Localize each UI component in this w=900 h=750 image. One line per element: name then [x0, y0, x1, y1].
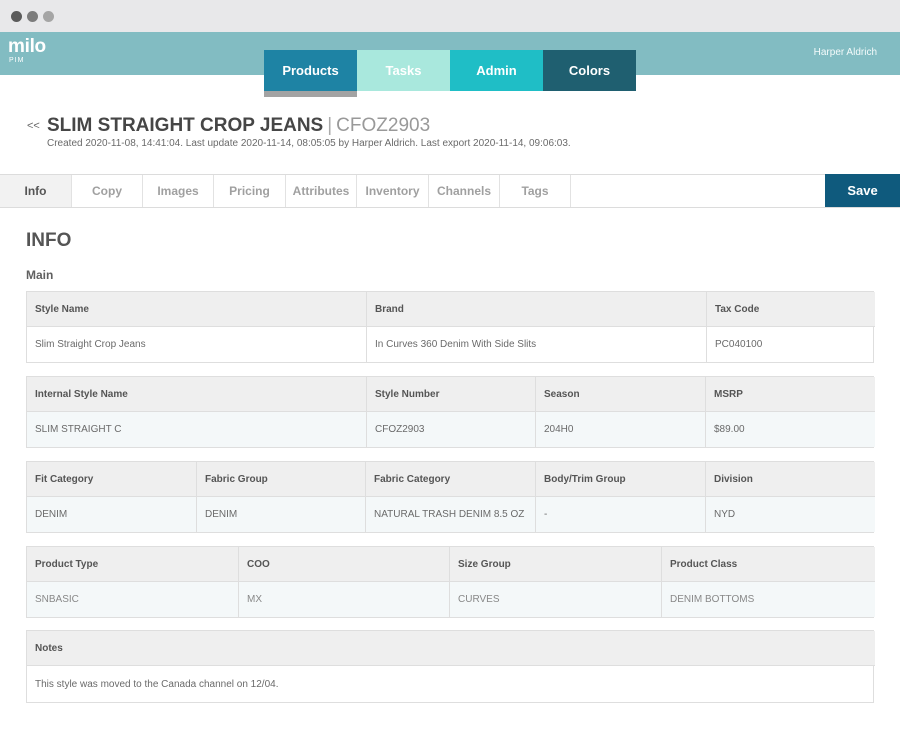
brand-field[interactable]: In Curves 360 Denim With Side Slits — [367, 327, 707, 362]
main-fields-row-4: Product Type COO Size Group Product Clas… — [26, 546, 875, 618]
fabric-category-label: Fabric Category — [366, 462, 536, 497]
style-name-label: Style Name — [27, 292, 367, 327]
fit-category-field: DENIM — [27, 497, 197, 532]
tax-code-label: Tax Code — [707, 292, 875, 327]
back-link[interactable]: << — [27, 120, 40, 132]
division-field: NYD — [706, 497, 875, 532]
main-fields-row-3: Fit Category Fabric Group Fabric Categor… — [26, 461, 875, 533]
product-code: CFOZ2903 — [336, 115, 431, 136]
size-group-label: Size Group — [450, 547, 662, 582]
window-close-control[interactable] — [11, 11, 22, 22]
nav-active-indicator — [264, 91, 357, 97]
nav-admin[interactable]: Admin — [450, 50, 543, 91]
notes-label: Notes — [27, 631, 875, 666]
user-name[interactable]: Harper Aldrich — [814, 47, 877, 58]
product-class-field: DENIM BOTTOMS — [662, 582, 875, 617]
tab-images[interactable]: Images — [143, 175, 214, 207]
style-number-field: CFOZ2903 — [367, 412, 536, 447]
tab-bar: Info Copy Images Pricing Attributes Inve… — [0, 174, 900, 208]
section-title: INFO — [26, 230, 72, 251]
window-titlebar — [0, 0, 900, 32]
product-type-label: Product Type — [27, 547, 239, 582]
window-minimize-control[interactable] — [27, 11, 38, 22]
main-fields-row-2: Internal Style Name Style Number Season … — [26, 376, 875, 448]
product-metadata: Created 2020-11-08, 14:41:04. Last updat… — [47, 138, 571, 149]
product-type-field: SNBASIC — [27, 582, 239, 617]
season-label: Season — [536, 377, 706, 412]
msrp-field: $89.00 — [706, 412, 875, 447]
nav-tasks[interactable]: Tasks — [357, 50, 450, 91]
season-field: 204H0 — [536, 412, 706, 447]
style-number-label: Style Number — [367, 377, 536, 412]
logo-text: milo — [8, 36, 46, 57]
style-name-field[interactable]: Slim Straight Crop Jeans — [27, 327, 367, 362]
internal-style-name-field: SLIM STRAIGHT C — [27, 412, 367, 447]
tab-tags[interactable]: Tags — [500, 175, 571, 207]
title-separator: | — [327, 115, 333, 136]
tab-copy[interactable]: Copy — [72, 175, 143, 207]
logo-subtext: PIM — [9, 57, 25, 64]
app-logo[interactable]: milo PIM — [8, 37, 46, 65]
coo-label: COO — [239, 547, 450, 582]
division-label: Division — [706, 462, 875, 497]
msrp-label: MSRP — [706, 377, 875, 412]
tax-code-field[interactable]: PC040100 — [707, 327, 875, 362]
fabric-group-field: DENIM — [197, 497, 366, 532]
brand-label: Brand — [367, 292, 707, 327]
page-title: SLIM STRAIGHT CROP JEANS | CFOZ2903 — [47, 115, 430, 137]
notes-section: Notes This style was moved to the Canada… — [26, 630, 875, 703]
internal-style-name-label: Internal Style Name — [27, 377, 367, 412]
save-button[interactable]: Save — [825, 174, 900, 207]
tab-inventory[interactable]: Inventory — [357, 175, 429, 207]
section-subtitle: Main — [26, 268, 54, 282]
main-fields-row-1: Style Name Brand Tax Code Slim Straight … — [26, 291, 875, 363]
product-title: SLIM STRAIGHT CROP JEANS — [47, 115, 324, 136]
nav-colors[interactable]: Colors — [543, 50, 636, 91]
fit-category-label: Fit Category — [27, 462, 197, 497]
notes-field[interactable]: This style was moved to the Canada chann… — [27, 666, 875, 702]
tab-attributes[interactable]: Attributes — [286, 175, 357, 207]
tab-pricing[interactable]: Pricing — [214, 175, 286, 207]
coo-field: MX — [239, 582, 450, 617]
window-maximize-control[interactable] — [43, 11, 54, 22]
fabric-group-label: Fabric Group — [197, 462, 366, 497]
body-trim-group-field: - — [536, 497, 706, 532]
size-group-field: CURVES — [450, 582, 662, 617]
nav-products[interactable]: Products — [264, 50, 357, 91]
tab-channels[interactable]: Channels — [429, 175, 500, 207]
fabric-category-field: NATURAL TRASH DENIM 8.5 OZ — [366, 497, 536, 532]
tab-info[interactable]: Info — [0, 175, 72, 207]
body-trim-group-label: Body/Trim Group — [536, 462, 706, 497]
product-class-label: Product Class — [662, 547, 875, 582]
